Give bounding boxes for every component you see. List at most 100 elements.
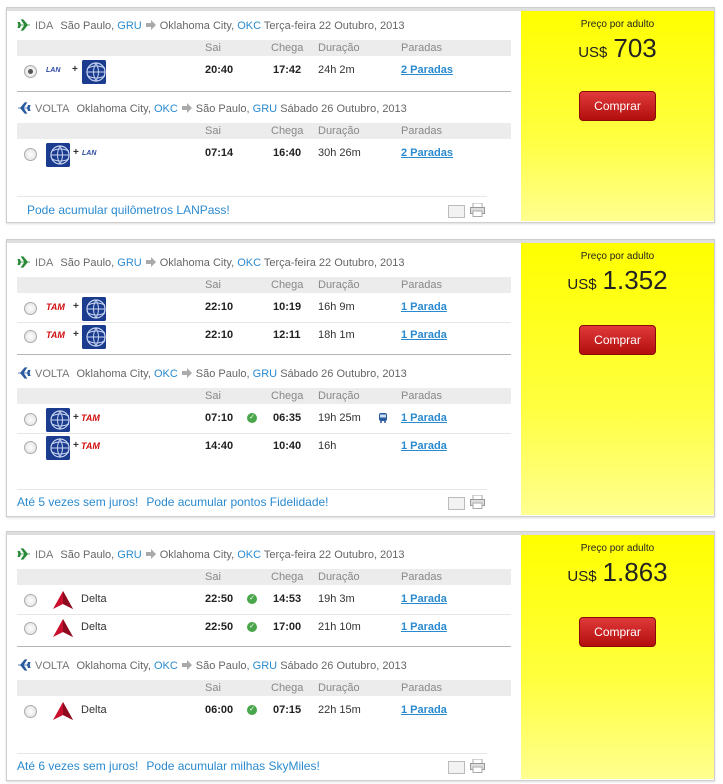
depart-time: 22:50 [205,593,234,605]
stops-link[interactable]: 1 Parada [401,704,447,716]
footer-note[interactable]: Pode acumular milhas SkyMiles! [146,759,319,773]
column-header: Sai Chega Duração Paradas [17,277,511,293]
leg-header-outbound: IDA São Paulo, GRU Oklahoma City, OKC Ter… [17,256,405,269]
destination-code[interactable]: OKC [237,20,261,32]
arrive-time: 10:40 [273,440,302,452]
stops-link[interactable]: 1 Parada [401,440,447,452]
arrow-right-icon [182,103,192,113]
flight-radio[interactable] [24,594,37,607]
footer-note[interactable]: Pode acumular pontos Fidelidade! [146,495,328,509]
print-icon[interactable] [470,203,485,217]
united-logo [82,297,106,321]
col-chega: Chega [271,390,304,402]
flight-row[interactable]: + TAM 14:40 10:40 16h 1 Parada [17,433,511,461]
plus-sign: + [73,301,79,312]
tam-logo: TAM [46,302,65,312]
email-icon[interactable] [448,761,465,774]
flight-row[interactable]: + TAM 07:10 ✓ 06:35 19h 25m 1 Parada [17,405,511,434]
flight-radio[interactable] [24,148,37,161]
col-duracao: Duração [318,390,360,402]
arrow-right-icon [146,257,156,267]
leg-date: Terça-feira 22 Outubro, 2013 [263,257,405,269]
buy-button[interactable]: Comprar [579,91,656,121]
flight-radio[interactable] [24,705,37,718]
depart-time: 07:14 [205,147,234,159]
destination-city: São Paulo, [195,660,250,672]
united-logo [46,143,70,167]
leg-direction: VOLTA [35,368,70,380]
destination-code[interactable]: GRU [253,660,277,672]
origin-code[interactable]: GRU [117,257,141,269]
offer-card: Preço por adulto US$ 1.863 Comprar IDA Sã… [6,531,715,781]
plane-outbound-icon [17,256,31,268]
stops-link[interactable]: 1 Parada [401,329,447,341]
buy-button[interactable]: Comprar [579,617,656,647]
destination-code[interactable]: OKC [237,257,261,269]
flight-row[interactable]: LAN + 20:40 17:42 24h 2m 2 Paradas [17,57,511,85]
email-icon[interactable] [448,497,465,510]
origin-code[interactable]: GRU [117,549,141,561]
origin-code[interactable]: GRU [117,20,141,32]
footer-note[interactable]: Pode acumular quilômetros LANPass! [27,203,230,217]
footer-divider [17,489,487,490]
print-icon[interactable] [470,495,485,509]
col-sai: Sai [205,42,221,54]
duration: 19h 25m [318,412,361,424]
plane-outbound-icon [17,548,31,560]
stops-link[interactable]: 1 Parada [401,593,447,605]
flight-row[interactable]: Delta 22:50 ✓ 14:53 19h 3m 1 Parada [17,586,511,615]
flight-radio[interactable] [24,65,37,78]
destination-code[interactable]: GRU [253,368,277,380]
duration: 21h 10m [318,621,361,633]
destination-code[interactable]: GRU [253,103,277,115]
col-paradas: Paradas [401,571,442,583]
stops-link[interactable]: 2 Paradas [401,64,453,76]
depart-time: 22:10 [205,329,234,341]
flight-radio[interactable] [24,330,37,343]
flight-radio[interactable] [24,302,37,315]
arrow-right-icon [146,549,156,559]
delta-logo [53,702,73,720]
email-icon[interactable] [448,205,465,218]
flight-radio[interactable] [24,441,37,454]
flight-row[interactable]: + LAN 07:14 16:40 30h 26m 2 Paradas [17,140,511,168]
stops-link[interactable]: 2 Paradas [401,147,453,159]
arrive-time: 07:15 [273,704,302,716]
col-paradas: Paradas [401,279,442,291]
flight-row[interactable]: TAM + 22:10 10:19 16h 9m 1 Parada [17,294,511,323]
flight-row[interactable]: Delta 22:50 ✓ 17:00 21h 10m 1 Parada [17,614,511,642]
col-duracao: Duração [318,571,360,583]
buy-button[interactable]: Comprar [579,325,656,355]
offer-card: Preço por adulto US$ 703 Comprar IDA São … [6,7,715,223]
stops-link[interactable]: 1 Parada [401,301,447,313]
united-logo [82,60,106,84]
leg-header-return: VOLTA Oklahoma City, OKC São Paulo, GRU S… [17,659,407,672]
destination-code[interactable]: OKC [237,549,261,561]
united-logo [46,436,70,460]
origin-city: Oklahoma City, [76,368,151,380]
footer-note[interactable]: Até 6 vezes sem juros! [17,759,138,773]
flight-row[interactable]: TAM + 22:10 12:11 18h 1m 1 Parada [17,322,511,350]
footer-divider [17,196,487,197]
col-sai: Sai [205,390,221,402]
plus-sign: + [73,440,79,451]
stops-link[interactable]: 1 Parada [401,412,447,424]
price-box: Preço por adulto US$ 1.352 Comprar [521,243,714,515]
footer-note[interactable]: Até 5 vezes sem juros! [17,495,138,509]
flight-radio[interactable] [24,622,37,635]
stops-link[interactable]: 1 Parada [401,621,447,633]
origin-code[interactable]: OKC [154,103,178,115]
flight-radio[interactable] [24,413,37,426]
origin-code[interactable]: OKC [154,660,178,672]
depart-time: 06:00 [205,704,234,716]
print-icon[interactable] [470,759,485,773]
leg-direction: VOLTA [35,103,70,115]
footer-divider [17,753,487,754]
duration: 22h 15m [318,704,361,716]
arrow-right-icon [182,660,192,670]
depart-time: 07:10 [205,412,234,424]
flight-row[interactable]: Delta 06:00 ✓ 07:15 22h 15m 1 Parada [17,697,511,725]
plane-return-icon [17,367,31,379]
origin-code[interactable]: OKC [154,368,178,380]
plus-sign: + [73,412,79,423]
